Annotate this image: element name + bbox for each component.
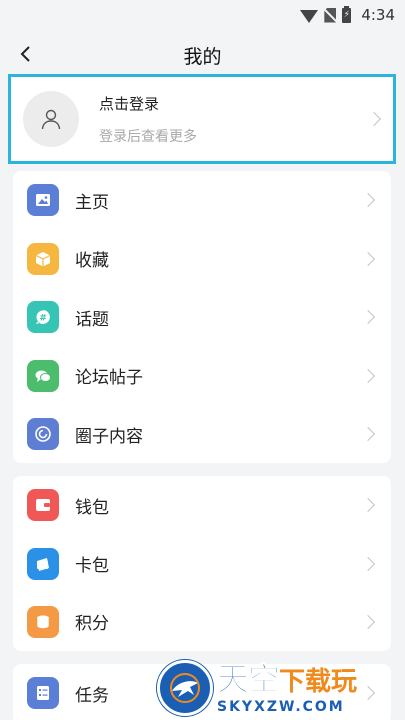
user-icon	[41, 109, 61, 130]
chevron-right-icon	[360, 193, 376, 208]
watermark-text: 天空 下载玩 SKYXZW.COM	[216, 659, 358, 715]
watermark-brand: 天空	[216, 659, 280, 698]
login-subtitle: 登录后查看更多	[99, 128, 197, 145]
chevron-right-icon	[360, 368, 376, 383]
menu-item-label: 主页	[75, 192, 109, 213]
menu-item-points[interactable]: 积分	[13, 593, 391, 651]
chevron-right-icon	[360, 427, 376, 442]
wallet-icon	[27, 489, 59, 522]
airplane-logo-icon	[157, 660, 213, 716]
menu-item-label: 论坛帖子	[75, 368, 143, 389]
box-icon	[27, 242, 59, 275]
menu-item-homepage[interactable]: 主页	[13, 171, 391, 230]
login-card[interactable]: 点击登录 登录后查看更多	[8, 74, 396, 164]
wifi-icon	[300, 9, 319, 23]
watermark-domain: SKYXZW.COM	[217, 698, 345, 715]
menu-item-card-wallet[interactable]: 卡包	[13, 534, 391, 592]
circle-icon	[27, 418, 59, 451]
menu-item-label: 积分	[75, 614, 109, 635]
menu-item-label: 话题	[75, 309, 109, 330]
login-title: 点击登录	[99, 94, 160, 113]
menu-item-wallet[interactable]: 钱包	[13, 476, 391, 534]
menu-item-label: 圈子内容	[75, 426, 143, 447]
chevron-right-icon	[360, 251, 376, 266]
chevron-right-icon	[360, 614, 376, 630]
chevron-right-icon	[366, 111, 382, 127]
watermark-accent: 下载玩	[279, 666, 358, 697]
menu-item-favorites[interactable]: 收藏	[13, 230, 391, 289]
coins-icon	[27, 605, 59, 638]
avatar	[23, 91, 79, 147]
menu-item-label: 收藏	[75, 251, 109, 272]
card-icon	[27, 547, 59, 580]
hashtag-icon: #	[27, 301, 59, 334]
chevron-right-icon	[360, 556, 376, 571]
menu-group-assets: 钱包 卡包 积分	[13, 476, 391, 651]
menu-item-circle-content[interactable]: 圈子内容	[13, 405, 391, 463]
image-icon	[27, 184, 59, 217]
chat-icon	[27, 359, 59, 392]
menu-item-topics[interactable]: # 话题	[13, 288, 391, 347]
page-title: 我的	[183, 46, 222, 68]
task-icon	[27, 677, 59, 710]
menu-item-label: 卡包	[75, 556, 109, 577]
chevron-right-icon	[360, 310, 376, 325]
menu-group-content: 主页 收藏 # 话题 论坛帖子 圈子内容	[13, 171, 391, 463]
no-sim-icon	[324, 7, 337, 23]
menu-item-forum-posts[interactable]: 论坛帖子	[13, 347, 391, 406]
watermark: 天空 下载玩 SKYXZW.COM	[157, 658, 401, 718]
chevron-right-icon	[360, 498, 376, 513]
status-bar: 4:34	[0, 0, 405, 30]
battery-charging-icon	[342, 5, 352, 23]
login-text: 点击登录 登录后查看更多	[99, 93, 369, 146]
svg-text:#: #	[39, 314, 47, 324]
status-time: 4:34	[361, 6, 395, 24]
menu-item-label: 钱包	[75, 497, 109, 518]
header: 我的	[0, 34, 405, 74]
